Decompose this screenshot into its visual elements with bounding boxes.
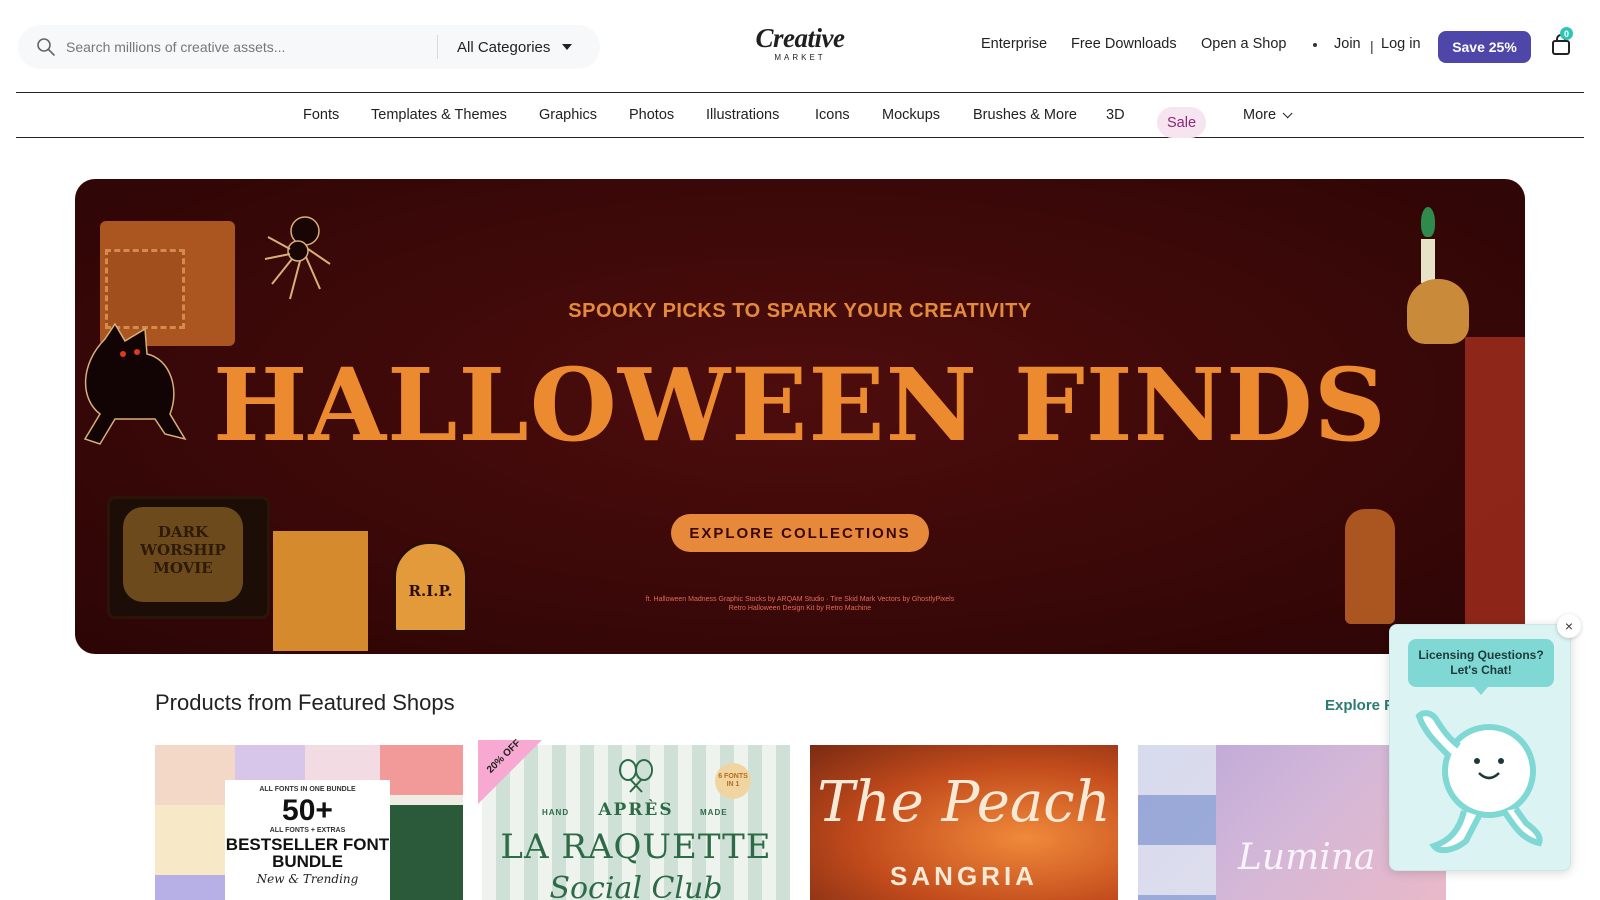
creative-market-logo[interactable]: Creative MARKET xyxy=(748,24,852,66)
social-club-subtitle: Social Club xyxy=(549,871,723,900)
nav-templates-themes[interactable]: Templates & Themes xyxy=(371,107,507,123)
nav-dot-separator xyxy=(1313,43,1317,47)
hero-title: HALLOWEEN FINDS xyxy=(213,346,1387,464)
nav-more-label: More xyxy=(1243,107,1277,123)
bundle-subtitle: New & Trending xyxy=(256,872,359,886)
font-sample-tile xyxy=(305,745,380,785)
category-nav: Fonts Templates & Themes Graphics Photos… xyxy=(16,92,1584,138)
product-card-la-raquette[interactable]: 6 FONTS IN 1 HAND APRÈS MADE LA RAQUETTE… xyxy=(482,745,790,900)
book-illustration xyxy=(273,531,368,651)
open-shop-link[interactable]: Open a Shop xyxy=(1201,36,1286,52)
tennis-rackets-icon xyxy=(619,759,653,793)
product-card-peach-sangria[interactable]: The Peach SANGRIA xyxy=(810,745,1118,900)
apres-label: APRÈS xyxy=(598,800,674,820)
nav-more[interactable]: More xyxy=(1243,107,1293,123)
search-icon[interactable] xyxy=(36,37,56,57)
chat-bubble-text: Licensing Questions? Let's Chat! xyxy=(1408,639,1554,695)
explore-collections-button[interactable]: EXPLORE COLLECTIONS xyxy=(671,514,929,552)
site-header: All Categories Creative MARKET Enterpris… xyxy=(0,0,1600,92)
product-card-font-bundle[interactable]: ALL FONTS IN ONE BUNDLE 50+ ALL FONTS + … xyxy=(155,745,463,900)
category-select[interactable]: All Categories xyxy=(457,36,573,58)
nav-photos[interactable]: Photos xyxy=(629,107,674,123)
font-sample-tile xyxy=(155,745,235,805)
la-raquette-title: LA RAQUETTE xyxy=(500,827,772,867)
hero-eyebrow: SPOOKY PICKS TO SPARK YOUR CREATIVITY xyxy=(568,300,1032,322)
nav-mockups[interactable]: Mockups xyxy=(882,107,940,123)
login-link[interactable]: Log in xyxy=(1381,36,1421,52)
nav-fonts[interactable]: Fonts xyxy=(303,107,339,123)
bundle-extras: ALL FONTS + EXTRAS xyxy=(269,827,346,834)
font-sample-tile xyxy=(380,745,463,795)
bundle-title: BESTSELLER FONT BUNDLE xyxy=(225,835,390,871)
free-downloads-link[interactable]: Free Downloads xyxy=(1071,36,1177,52)
tv-screen-text: DARK WORSHIP MOVIE xyxy=(123,507,243,602)
hero-credit-line-1: ft. Halloween Madness Graphic Stocks by … xyxy=(645,596,955,603)
mascot-illustration xyxy=(1415,710,1543,854)
candle-icon xyxy=(1421,239,1435,283)
lumina-title: Lumina xyxy=(1238,837,1376,878)
fonts-count-badge: 6 FONTS IN 1 xyxy=(715,763,751,799)
bundle-title-box: ALL FONTS IN ONE BUNDLE 50+ ALL FONTS + … xyxy=(225,780,390,900)
nav-icons[interactable]: Icons xyxy=(815,107,850,123)
bundle-top-line: ALL FONTS IN ONE BUNDLE xyxy=(259,786,356,793)
cart-count-badge: 0 xyxy=(1560,27,1573,40)
nav-3d[interactable]: 3D xyxy=(1106,107,1125,123)
category-select-label: All Categories xyxy=(457,38,551,56)
nav-graphics[interactable]: Graphics xyxy=(539,107,597,123)
font-sample-tile xyxy=(155,875,225,900)
hero-banner[interactable]: DARK WORSHIP MOVIE R.I.P. SPOOKY PICKS T… xyxy=(75,179,1525,654)
film-strip-illustration xyxy=(1138,745,1216,900)
font-sample-tile xyxy=(390,805,463,900)
chat-close-button[interactable]: × xyxy=(1557,614,1581,638)
search-bar[interactable]: All Categories xyxy=(18,25,600,69)
logo-subtitle: MARKET xyxy=(774,53,826,62)
chevron-down-icon xyxy=(1282,108,1293,119)
caret-down-icon xyxy=(562,44,573,50)
hero-credit-line-2: Retro Halloween Design Kit by Retro Mach… xyxy=(728,605,872,612)
tombstone-illustration: R.I.P. xyxy=(393,541,468,633)
nav-illustrations[interactable]: Illustrations xyxy=(706,107,779,123)
bundle-count: 50+ xyxy=(282,794,333,827)
nav-bar-separator: | xyxy=(1370,38,1374,54)
search-divider xyxy=(437,35,438,59)
featured-shops-title: Products from Featured Shops xyxy=(155,690,455,715)
nav-brushes-more[interactable]: Brushes & More xyxy=(973,107,1077,123)
peach-title: The Peach xyxy=(817,770,1111,835)
font-sample-tile xyxy=(235,745,305,785)
logo-wordmark: Creative xyxy=(755,23,845,53)
search-input[interactable] xyxy=(66,35,426,59)
spider-icon xyxy=(264,216,331,300)
font-sample-tile xyxy=(155,805,225,875)
made-label: MADE xyxy=(700,808,728,817)
chat-widget[interactable]: Licensing Questions? Let's Chat! xyxy=(1389,624,1571,871)
enterprise-link[interactable]: Enterprise xyxy=(981,36,1047,52)
green-flame-icon xyxy=(1421,207,1435,237)
save-25-button[interactable]: Save 25% xyxy=(1438,31,1531,63)
explore-featured-link[interactable]: Explore F xyxy=(1325,697,1393,714)
join-link[interactable]: Join xyxy=(1334,36,1361,52)
nav-sale[interactable]: Sale xyxy=(1157,107,1207,138)
sangria-subtitle: SANGRIA xyxy=(890,861,1038,891)
